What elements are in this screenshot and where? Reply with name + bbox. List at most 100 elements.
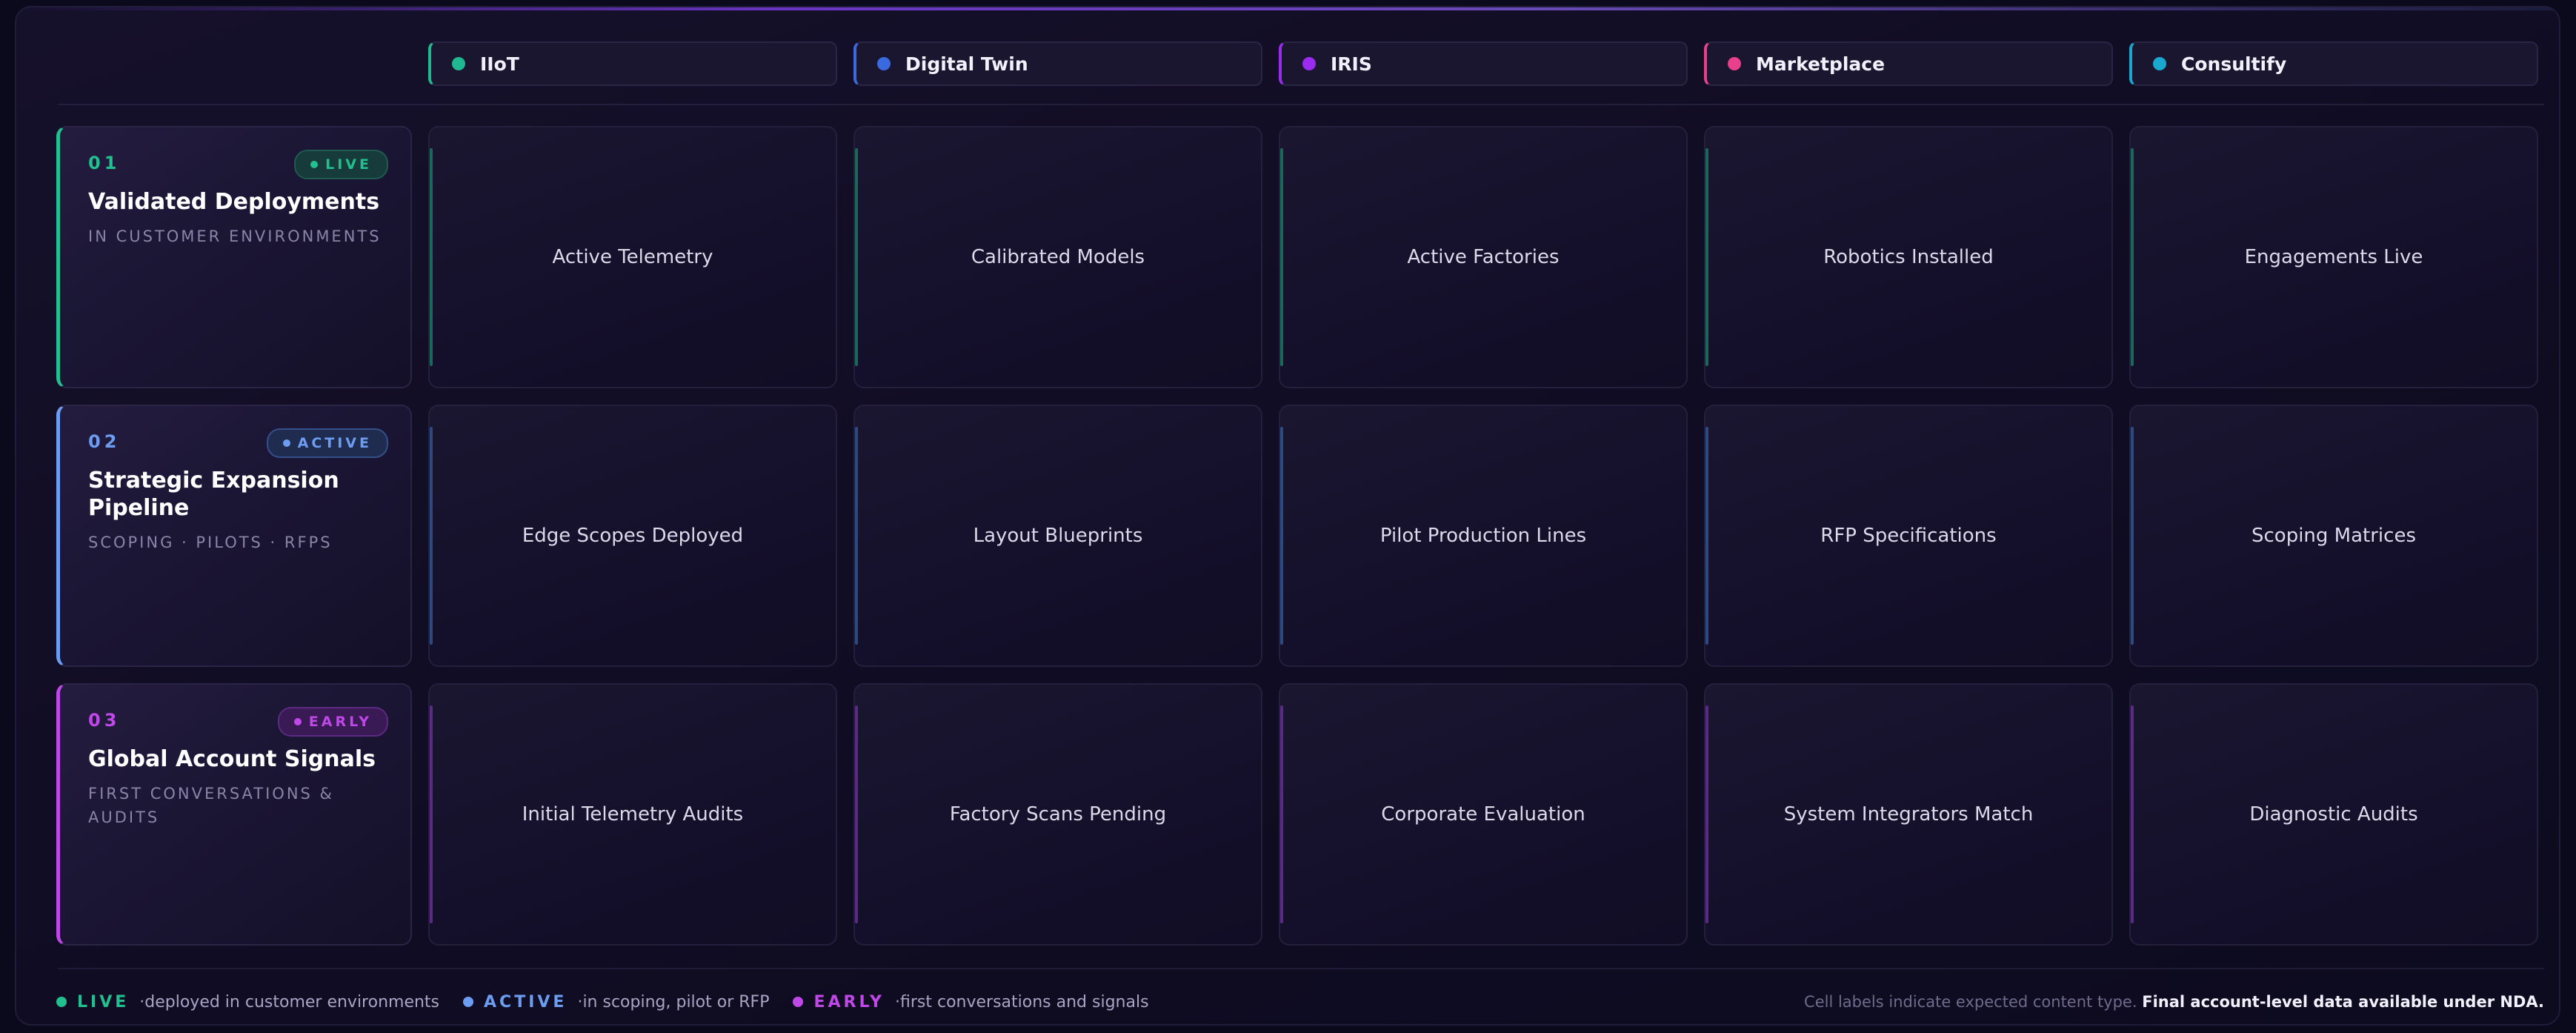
cell-label: Active Factories [1407, 246, 1560, 268]
matrix-rows: 01 LIVE Validated Deployments IN CUSTOME… [56, 126, 2538, 962]
badge-dot-icon [282, 439, 290, 447]
matrix-cell[interactable]: Active Factories [1279, 126, 1688, 388]
matrix-row-strategic: 02 ACTIVE Strategic Expansion Pipeline S… [56, 405, 2538, 667]
legend-key: ACTIVE [484, 992, 568, 1012]
matrix-cell[interactable]: Calibrated Models [853, 126, 1262, 388]
cell-accent-stripe [1705, 148, 1708, 366]
matrix-cell[interactable]: Corporate Evaluation [1279, 683, 1688, 946]
cell-label: RFP Specifications [1820, 525, 1997, 547]
status-badge-active: ACTIVE [266, 428, 388, 458]
cell-label: Robotics Installed [1823, 246, 1994, 268]
matrix-cell[interactable]: System Integrators Match [1704, 683, 2113, 946]
cell-accent-stripe [855, 427, 858, 645]
column-header-iiot[interactable]: IIoT [428, 41, 837, 86]
cell-accent-stripe [430, 705, 433, 923]
header-divider [58, 104, 2544, 105]
row-subtitle: SCOPING · PILOTS · RFPS [88, 534, 333, 551]
matrix-cell[interactable]: Active Telemetry [428, 126, 837, 388]
legend-key: LIVE [77, 992, 130, 1012]
row-label-card[interactable]: 01 LIVE Validated Deployments IN CUSTOME… [56, 126, 412, 388]
column-header-label: Consultify [2181, 53, 2287, 75]
badge-label: LIVE [325, 156, 372, 173]
nda-footnote: Cell labels indicate expected content ty… [1804, 993, 2544, 1011]
accent-top-line [16, 7, 2559, 10]
column-header-row: IIoT Digital Twin IRIS Marketplace Consu… [428, 41, 2538, 89]
cell-accent-stripe [2131, 148, 2134, 366]
row-title: Global Account Signals [88, 746, 376, 772]
badge-dot-icon [293, 718, 302, 725]
matrix-cell[interactable]: Robotics Installed [1704, 126, 2113, 388]
cell-label: Factory Scans Pending [949, 803, 1167, 826]
cell-label: Initial Telemetry Audits [522, 803, 744, 826]
footnote-text: Cell labels indicate expected content ty… [1804, 993, 2137, 1011]
cell-accent-stripe [2131, 427, 2134, 645]
cell-label: Calibrated Models [971, 246, 1145, 268]
cell-label: System Integrators Match [1783, 803, 2034, 826]
cell-accent-stripe [1280, 148, 1283, 366]
footnote-emphasis: Final account-level data available under… [2142, 993, 2544, 1011]
legend-item-live: LIVE ·deployed in customer environments [56, 993, 439, 1012]
digital-twin-dot-icon [877, 57, 891, 70]
matrix-cell[interactable]: Factory Scans Pending [853, 683, 1262, 946]
cell-label: Engagements Live [2244, 246, 2423, 268]
row-title: Strategic Expansion Pipeline [88, 468, 339, 521]
badge-dot-icon [310, 161, 319, 168]
column-header-consultify[interactable]: Consultify [2129, 41, 2538, 86]
legend-item-active: ACTIVE ·in scoping, pilot or RFP [463, 993, 769, 1012]
matrix-row-validated: 01 LIVE Validated Deployments IN CUSTOME… [56, 126, 2538, 388]
cell-label: Layout Blueprints [973, 525, 1143, 547]
row-label-card[interactable]: 02 ACTIVE Strategic Expansion Pipeline S… [56, 405, 412, 667]
column-header-digital-twin[interactable]: Digital Twin [853, 41, 1262, 86]
legend-item-early: EARLY ·first conversations and signals [793, 992, 1149, 1012]
cell-label: Corporate Evaluation [1381, 803, 1585, 826]
column-header-iris[interactable]: IRIS [1279, 41, 1688, 86]
legend-dot-icon [793, 997, 804, 1007]
legend-dot-icon [463, 997, 474, 1007]
status-badge-early: EARLY [277, 707, 388, 737]
matrix-cell[interactable]: Pilot Production Lines [1279, 405, 1688, 667]
matrix-row-global: 03 EARLY Global Account Signals FIRST CO… [56, 683, 2538, 946]
row-subtitle: FIRST CONVERSATIONS & AUDITS [88, 785, 334, 826]
cell-label: Diagnostic Audits [2249, 803, 2418, 826]
legend-text: ·first conversations and signals [895, 992, 1149, 1012]
matrix-cell[interactable]: Engagements Live [2129, 126, 2538, 388]
matrix-cell[interactable]: RFP Specifications [1704, 405, 2113, 667]
row-subtitle: IN CUSTOMER ENVIRONMENTS [88, 227, 382, 245]
column-header-marketplace[interactable]: Marketplace [1704, 41, 2113, 86]
cell-accent-stripe [855, 705, 858, 923]
legend-text: ·in scoping, pilot or RFP [577, 992, 770, 1012]
legend-key: EARLY [813, 992, 885, 1012]
matrix-cell[interactable]: Initial Telemetry Audits [428, 683, 837, 946]
cell-label: Scoping Matrices [2251, 525, 2416, 547]
iris-dot-icon [1302, 57, 1316, 70]
cell-accent-stripe [430, 148, 433, 366]
cell-accent-stripe [1280, 427, 1283, 645]
cell-accent-stripe [1705, 705, 1708, 923]
badge-label: EARLY [308, 714, 372, 730]
cell-label: Active Telemetry [552, 246, 713, 268]
cell-accent-stripe [2131, 705, 2134, 923]
matrix-panel: IIoT Digital Twin IRIS Marketplace Consu… [15, 6, 2560, 1026]
column-header-label: Marketplace [1756, 53, 1886, 75]
status-legend: LIVE ·deployed in customer environments … [56, 992, 1173, 1012]
badge-label: ACTIVE [297, 435, 372, 451]
cell-accent-stripe [1280, 705, 1283, 923]
cell-accent-stripe [430, 427, 433, 645]
cell-label: Edge Scopes Deployed [522, 525, 744, 547]
legend-dot-icon [56, 997, 67, 1007]
iiot-dot-icon [452, 57, 465, 70]
matrix-cell[interactable]: Layout Blueprints [853, 405, 1262, 667]
column-header-label: Digital Twin [905, 53, 1028, 75]
cell-accent-stripe [855, 148, 858, 366]
matrix-cell[interactable]: Diagnostic Audits [2129, 683, 2538, 946]
marketplace-dot-icon [1728, 57, 1741, 70]
cell-label: Pilot Production Lines [1379, 525, 1587, 547]
row-label-card[interactable]: 03 EARLY Global Account Signals FIRST CO… [56, 683, 412, 946]
status-badge-live: LIVE [294, 150, 388, 179]
cell-accent-stripe [1705, 427, 1708, 645]
row-title: Validated Deployments [88, 189, 380, 215]
matrix-cell[interactable]: Edge Scopes Deployed [428, 405, 837, 667]
legend-text: ·deployed in customer environments [139, 992, 440, 1012]
column-header-label: IIoT [480, 53, 519, 75]
matrix-cell[interactable]: Scoping Matrices [2129, 405, 2538, 667]
